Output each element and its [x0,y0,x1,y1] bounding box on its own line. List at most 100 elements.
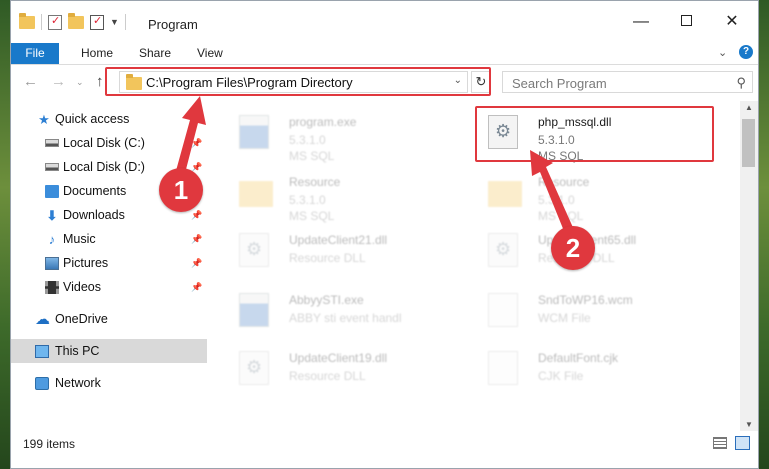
pin-icon[interactable]: 📌 [191,282,202,293]
toolbar-divider [41,14,42,30]
item-count: 199 items [23,437,76,451]
documents-icon [45,184,59,198]
file-tile-abbyysti-exe[interactable]: AbbyySTI.exe ABBY sti event handl [231,285,461,335]
file-tile-updateclient65-dll[interactable]: UpdateClient65.dll Resource DLL [480,225,710,275]
sidebar-item-label: Documents [63,184,127,198]
help-icon[interactable]: ? [739,45,753,59]
sidebar-item-label: OneDrive [55,312,108,326]
computer-icon [35,344,49,358]
file-name: UpdateClient21.dll [289,233,388,247]
scroll-thumb[interactable] [742,119,755,167]
quick-access-toolbar: ▼ [19,12,126,30]
file-tile-resource-folder[interactable]: Resource 5.3.1.0 MS SQL [480,167,710,223]
file-type: ABBY sti event handl [289,311,402,325]
sidebar-item-label: Local Disk (D:) [63,160,145,174]
sidebar-item-videos[interactable]: Videos 📌 [11,275,207,299]
file-name: program.exe [289,115,357,129]
file-type: Resource DLL [289,369,366,383]
vertical-scrollbar[interactable]: ▲ ▼ [740,101,758,431]
file-description: MS SQL [289,209,335,223]
details-view-icon[interactable] [713,437,727,449]
view-options-icon[interactable] [90,14,104,30]
exe-icon [239,293,269,327]
scroll-down-arrow-icon[interactable]: ▼ [745,420,753,429]
tab-view[interactable]: View [197,43,223,64]
sidebar-item-quick-access[interactable]: ★ Quick access [11,107,207,131]
file-version: 5.3.1.0 [289,133,326,147]
customize-toolbar-dropdown[interactable]: ▼ [110,17,119,27]
file-type: WCM File [538,311,591,325]
desktop-background-right [759,0,769,469]
search-input[interactable]: Search Program ⚲ [502,71,753,93]
file-tile-program-exe[interactable]: program.exe 5.3.1.0 MS SQL [231,107,461,163]
file-description: MS SQL [289,149,335,163]
dll-gear-icon [239,351,269,385]
sidebar-item-label: Downloads [63,208,125,222]
pin-icon[interactable]: 📌 [191,234,202,245]
folder-icon [239,181,273,207]
address-bar-highlight [105,67,491,96]
search-placeholder: Search Program [512,76,607,91]
dll-gear-icon [488,233,518,267]
scroll-up-arrow-icon[interactable]: ▲ [745,103,753,112]
title-bar: ▼ Program — ✕ [11,1,758,43]
status-bar: 199 items [11,433,758,455]
new-folder-icon[interactable] [68,12,84,29]
file-tile-defaultfont-cjk[interactable]: DefaultFont.cjk CJK File [480,343,710,393]
sidebar-item-label: Local Disk (C:) [63,136,145,150]
sidebar-item-label: Quick access [55,112,130,126]
close-button[interactable]: ✕ [717,11,747,33]
file-tile-updateclient19-dll[interactable]: UpdateClient19.dll Resource DLL [231,343,461,393]
document-icon [488,293,518,327]
tab-share[interactable]: Share [139,43,171,64]
maximize-button[interactable] [671,11,701,33]
up-button[interactable]: ↑ [96,73,104,90]
pin-icon[interactable]: 📌 [191,258,202,269]
properties-icon[interactable] [48,14,62,30]
sidebar-item-label: This PC [55,344,100,358]
file-name: AbbyySTI.exe [289,293,364,307]
expand-ribbon-chevron-icon[interactable]: ⌄ [718,46,727,59]
file-type: CJK File [538,369,584,383]
exe-icon [239,115,269,149]
star-icon: ★ [38,111,50,127]
file-name: Resource [289,175,341,189]
file-tile-sndtowp16-wcm[interactable]: SndToWP16.wcm WCM File [480,285,710,335]
pictures-icon [45,256,59,270]
search-icon: ⚲ [736,75,746,90]
window-title: Program [148,17,198,32]
file-highlight [475,106,714,162]
network-icon [35,376,49,390]
back-button[interactable]: ← [23,73,38,90]
drive-icon [45,139,59,147]
sidebar-item-local-disk-c[interactable]: Local Disk (C:) 📌 [11,131,207,155]
step-marker-1: 1 [159,168,203,212]
toolbar-divider [124,14,126,30]
sidebar-item-label: Videos [63,280,101,294]
pin-icon[interactable]: 📌 [191,210,202,221]
ribbon-tabs: File Home Share View ⌄ ? [11,43,758,65]
tab-home[interactable]: Home [81,43,113,64]
forward-button[interactable]: → [51,73,66,90]
file-name: DefaultFont.cjk [538,351,619,365]
sidebar-item-network[interactable]: Network [11,371,207,395]
pin-icon[interactable]: 📌 [191,138,202,149]
step-marker-2: 2 [551,226,595,270]
file-tile-updateclient21-dll[interactable]: UpdateClient21.dll Resource DLL [231,225,461,275]
sidebar-item-pictures[interactable]: Pictures 📌 [11,251,207,275]
folder-icon [488,181,522,207]
file-tile-resource-folder[interactable]: Resource 5.3.1.0 MS SQL [231,167,461,223]
minimize-button[interactable]: — [626,11,656,33]
drive-icon [45,163,59,171]
tiles-view-icon[interactable] [735,436,750,450]
sidebar-item-this-pc[interactable]: This PC [11,339,207,363]
videos-icon [45,280,59,294]
sidebar-item-onedrive[interactable]: ☁ OneDrive [11,307,207,331]
sidebar-item-label: Network [55,376,101,390]
tab-file[interactable]: File [11,43,59,64]
file-type: Resource DLL [289,251,366,265]
sidebar-item-label: Pictures [63,256,109,270]
document-icon [488,351,518,385]
sidebar-item-music[interactable]: ♪ Music 📌 [11,227,207,251]
recent-locations-dropdown[interactable]: ⌄ [76,77,84,88]
